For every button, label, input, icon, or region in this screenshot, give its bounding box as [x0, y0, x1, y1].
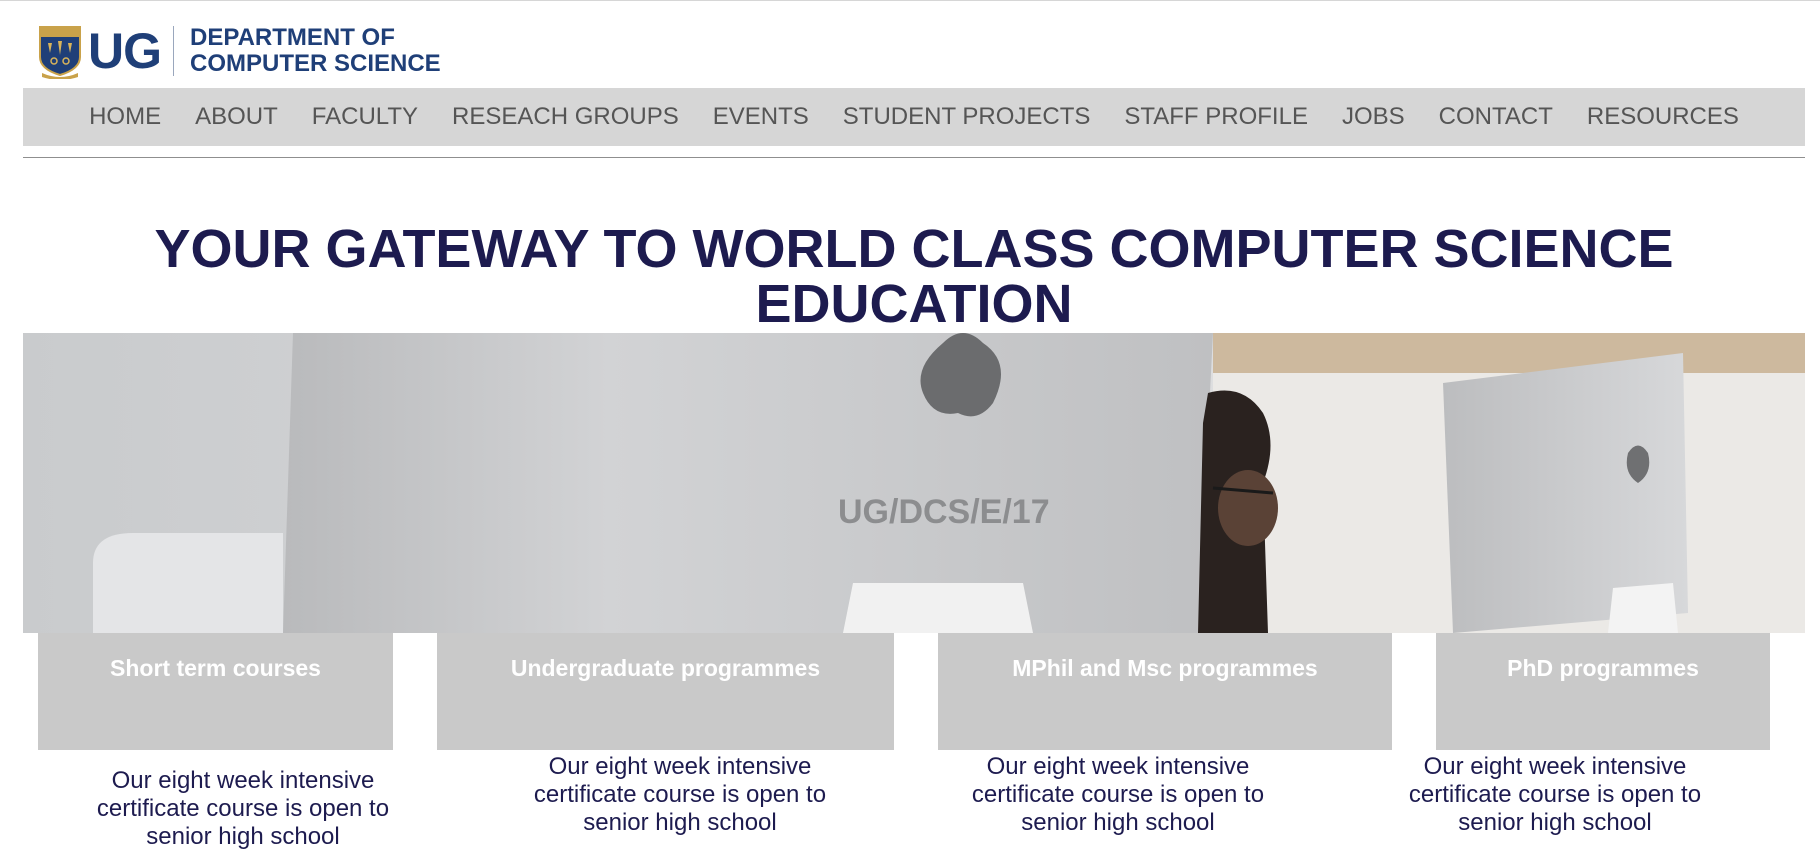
department-line-1: DEPARTMENT OF [190, 24, 395, 51]
programme-description: Our eight week intensive certificate cou… [971, 753, 1265, 836]
main-nav: HOME ABOUT FACULTY RESEACH GROUPS EVENTS… [23, 88, 1805, 146]
header-divider [23, 157, 1805, 158]
hero-image: UG/DCS/E/17 [23, 333, 1805, 633]
programme-card-label: MPhil and Msc programmes [1012, 655, 1318, 681]
nav-item-home[interactable]: HOME [89, 103, 161, 131]
nav-item-jobs[interactable]: JOBS [1342, 103, 1405, 131]
department-name[interactable]: DEPARTMENT OF COMPUTER SCIENCE [190, 25, 441, 77]
programme-card-phd[interactable]: PhD programmes [1436, 633, 1770, 750]
site-header: UG DEPARTMENT OF COMPUTER SCIENCE [38, 22, 441, 80]
department-line-2: COMPUTER SCIENCE [190, 50, 441, 77]
nav-item-faculty[interactable]: FACULTY [312, 103, 418, 131]
programme-card-label: Undergraduate programmes [510, 655, 821, 681]
programme-card-label: PhD programmes [1507, 655, 1699, 681]
nav-item-resources[interactable]: RESOURCES [1587, 103, 1739, 131]
programme-description: Our eight week intensive certificate cou… [1408, 753, 1702, 836]
programme-card-undergraduate[interactable]: Undergraduate programmes [437, 633, 894, 750]
hero-image-label: UG/DCS/E/17 [838, 493, 1050, 531]
nav-item-events[interactable]: EVENTS [713, 103, 809, 131]
nav-item-contact[interactable]: CONTACT [1439, 103, 1553, 131]
nav-item-about[interactable]: ABOUT [195, 103, 278, 131]
programme-description: Our eight week intensive certificate cou… [96, 767, 390, 850]
hero-title: YOUR GATEWAY TO WORLD CLASS COMPUTER SCI… [154, 219, 1674, 334]
programme-description: Our eight week intensive certificate cou… [533, 753, 827, 836]
programme-card-mphil-msc[interactable]: MPhil and Msc programmes [938, 633, 1392, 750]
programme-card-short-term[interactable]: Short term courses [38, 633, 393, 750]
university-crest-icon[interactable] [38, 23, 82, 80]
top-border [0, 0, 1820, 1]
logo-abbrev[interactable]: UG [88, 26, 162, 76]
nav-item-student-projects[interactable]: STUDENT PROJECTS [843, 103, 1091, 131]
nav-item-research-groups[interactable]: RESEACH GROUPS [452, 103, 679, 131]
programme-card-label: Short term courses [110, 655, 321, 681]
nav-item-staff-profile[interactable]: STAFF PROFILE [1124, 103, 1308, 131]
logo-divider [173, 26, 174, 76]
